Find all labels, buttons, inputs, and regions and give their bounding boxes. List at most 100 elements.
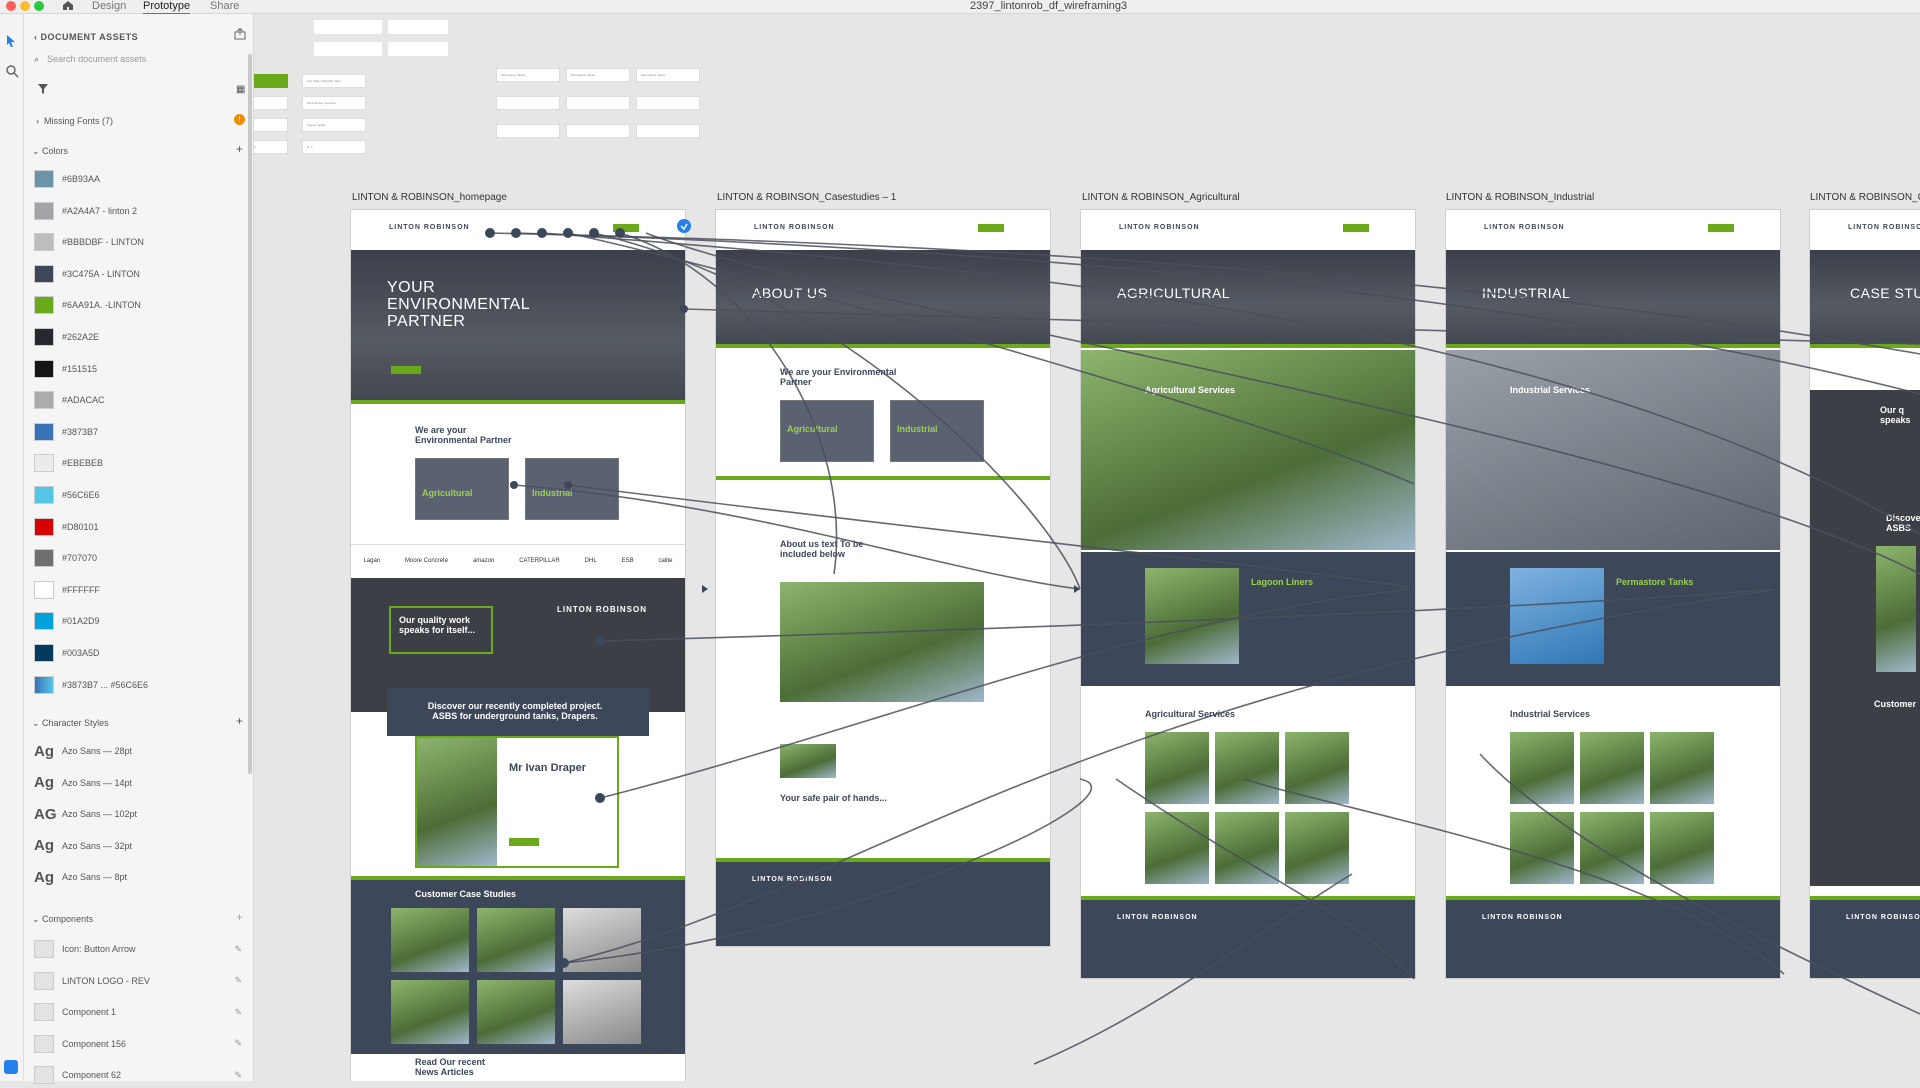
minimize-window-button[interactable] [20, 1, 30, 11]
zoom-tool-icon[interactable] [5, 64, 19, 83]
style-sample: Ag [34, 742, 54, 760]
component-row[interactable]: Icon: Button Arrow ✎ [34, 936, 246, 962]
add-component-icon[interactable]: + [236, 910, 243, 924]
edit-component-icon[interactable]: ✎ [234, 1038, 242, 1049]
artboard-agricultural[interactable]: LINTON ROBINSON AGRICULTURAL Agricultura… [1081, 210, 1415, 978]
style-sample: Ag [34, 774, 54, 792]
floating-menu-button[interactable]: N. 2 [302, 140, 366, 154]
grid-view-icon[interactable]: ▦ [236, 84, 245, 95]
tab-prototype[interactable]: Prototype [143, 0, 191, 15]
color-swatch-row[interactable]: #3C475A - LINTON [34, 261, 246, 287]
character-style-row[interactable]: Ag Azo Sans — 32pt [34, 833, 246, 859]
tab-share[interactable]: Share [210, 0, 239, 12]
artboard-casestudies[interactable]: LINTON ROBINSON ABOUT US We are your Env… [716, 210, 1050, 946]
floating-button[interactable] [314, 20, 382, 34]
character-style-row[interactable]: AG Azo Sans — 102pt [34, 801, 246, 827]
home-icon[interactable] [62, 0, 74, 12]
artboard-industrial[interactable]: LINTON ROBINSON INDUSTRIAL Industrial Se… [1446, 210, 1780, 978]
color-swatch-row[interactable]: #01A2D9 [34, 608, 246, 634]
edit-component-icon[interactable]: ✎ [234, 1007, 242, 1018]
panel-scrollbar[interactable] [248, 54, 252, 774]
color-swatch-row[interactable]: #6AA91A. -LINTON [34, 292, 246, 318]
search-input[interactable]: ⌕ Search document assets [34, 50, 246, 68]
floating-button[interactable] [636, 124, 700, 138]
site-nav: LINTON ROBINSON [716, 210, 1050, 250]
case-study-thumb [563, 908, 641, 972]
floating-button[interactable] [566, 124, 630, 138]
color-swatch-row[interactable]: #ADACAC [34, 387, 246, 413]
component-row[interactable]: Component 156 ✎ [34, 1031, 246, 1057]
floating-menu-button[interactable]: Permastore Tanks [254, 74, 288, 88]
component-row[interactable]: Component 1 ✎ [34, 999, 246, 1025]
floating-menu-button[interactable]: GRP Roof [254, 96, 288, 110]
floating-menu-button[interactable]: Tank Survey Services [302, 96, 366, 110]
close-window-button[interactable] [6, 1, 16, 11]
floating-button[interactable]: Permastore Tanks [566, 68, 630, 82]
add-color-icon[interactable]: + [236, 142, 243, 156]
color-swatch-row[interactable]: #151515 [34, 356, 246, 382]
edit-component-icon[interactable]: ✎ [234, 975, 242, 986]
artboard-label[interactable]: LINTON & ROBINSON_Ca [1810, 192, 1920, 203]
site-footer: LINTON ROBINSON [1810, 896, 1920, 978]
color-label: #56C6E6 [62, 490, 100, 500]
case-studies-section: Customer Case Studies [351, 876, 685, 1054]
component-row[interactable]: LINTON LOGO - REV ✎ [34, 968, 246, 994]
character-style-row[interactable]: Ag Azo Sans — 8pt [34, 864, 246, 890]
colors-section-header[interactable]: ⌄ Colors [32, 146, 68, 157]
style-label: Azo Sans — 14pt [62, 777, 133, 788]
zoom-window-button[interactable] [34, 1, 44, 11]
component-row[interactable]: Component 62 ✎ [34, 1062, 246, 1088]
character-style-row[interactable]: Ag Azo Sans — 14pt [34, 770, 246, 796]
color-label: #A2A4A7 - linton 2 [62, 205, 138, 216]
artboard-label[interactable]: LINTON & ROBINSON_Casestudies – 1 [717, 192, 896, 203]
artboard-case[interactable]: LINTON ROBINSON CASE STUD Our q speaks D… [1810, 210, 1920, 978]
color-swatch-row[interactable]: #6B93AA [34, 166, 246, 192]
missing-fonts-row[interactable]: › Missing Fonts (7) [36, 116, 113, 126]
color-swatch-row[interactable]: #707070 [34, 545, 246, 571]
floating-button[interactable] [496, 124, 560, 138]
about-heading: About us text To be included below [780, 539, 864, 559]
floating-button[interactable]: Permastore Tanks [496, 68, 560, 82]
artboard-homepage[interactable]: LINTON ROBINSON YOUR ENVIRONMENTAL PARTN… [351, 210, 685, 1081]
artboard-label[interactable]: LINTON & ROBINSON_homepage [352, 192, 507, 203]
design-canvas[interactable]: Permastore Tanks Fire Water Sprinkler Tan… [254, 14, 1920, 1081]
floating-button[interactable] [496, 96, 560, 110]
edit-component-icon[interactable]: ✎ [234, 1070, 242, 1081]
select-tool-icon[interactable] [5, 34, 17, 53]
floating-menu-button[interactable]: Lagoon Quilts [302, 118, 366, 132]
floating-button[interactable] [636, 96, 700, 110]
color-swatch-row[interactable]: #3873B7 ... #56C6E6 [34, 672, 246, 698]
filter-icon[interactable] [38, 84, 48, 96]
color-swatch-row[interactable]: #A2A4A7 - linton 2 [34, 198, 246, 224]
artboard-label[interactable]: LINTON & ROBINSON_Agricultural [1082, 192, 1240, 203]
color-swatch-row[interactable]: #BBBDBF - LINTON [34, 229, 246, 255]
linton-logo: LINTON ROBINSON [754, 224, 835, 231]
floating-button[interactable] [388, 20, 448, 34]
floating-menu-button[interactable]: Fine Bubble Diffuser [254, 140, 288, 154]
color-swatch-row[interactable]: #EBEBEB [34, 450, 246, 476]
floating-button[interactable] [388, 42, 448, 56]
color-swatch-row[interactable]: #262A2E [34, 324, 246, 350]
artboard-label[interactable]: LINTON & ROBINSON_Industrial [1446, 192, 1594, 203]
color-swatch-row[interactable]: #FFFFFF [34, 577, 246, 603]
add-character-style-icon[interactable]: + [236, 714, 243, 728]
feature-section: Permastore Tanks [1446, 552, 1780, 686]
floating-menu-button[interactable]: Hex Floating Cover [254, 118, 288, 132]
character-style-row[interactable]: Ag Azo Sans — 28pt [34, 738, 246, 764]
character-styles-section-header[interactable]: ⌄ Character Styles [32, 718, 109, 729]
export-assets-icon[interactable] [234, 27, 246, 42]
edit-component-icon[interactable]: ✎ [234, 944, 242, 955]
color-swatch-row[interactable]: #3873B7 [34, 419, 246, 445]
floating-button[interactable]: Permastore Tanks [636, 68, 700, 82]
floating-button[interactable] [566, 96, 630, 110]
color-label: #3873B7 ... #56C6E6 [62, 679, 149, 690]
site-nav: LINTON ROBINSON [1446, 210, 1780, 250]
color-swatch-row[interactable]: #D80101 [34, 514, 246, 540]
color-swatch-row[interactable]: #003A5D [34, 640, 246, 666]
components-section-header[interactable]: ⌄ Components [32, 914, 93, 925]
tab-design[interactable]: Design [92, 0, 126, 12]
color-swatch-row[interactable]: #56C6E6 [34, 482, 246, 508]
floating-button[interactable] [314, 42, 382, 56]
floating-menu-button[interactable]: Fire Water Sprinkler Tank [302, 74, 366, 88]
plugins-icon[interactable] [4, 1060, 18, 1074]
